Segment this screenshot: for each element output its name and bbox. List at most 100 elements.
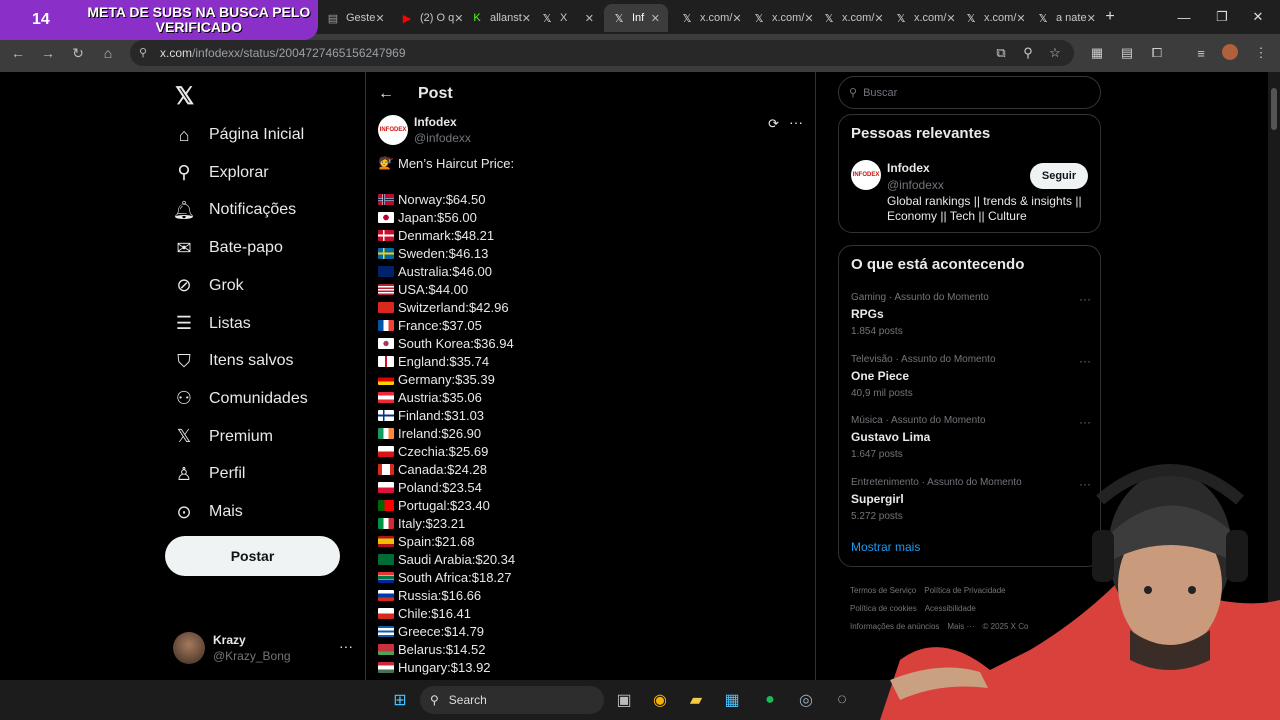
more-circle-icon: ⊙ — [176, 501, 192, 522]
site-info-icon[interactable]: ⚲ — [139, 46, 147, 59]
relevant-people-card: Pessoas relevantes INFODEX Infodex @info… — [838, 114, 1101, 233]
tab[interactable]: ▶ (2) O q ✕ — [392, 4, 464, 32]
nav-item-label: Notificações — [209, 201, 297, 219]
minimize-icon[interactable]: — — [1164, 0, 1204, 34]
post-author[interactable]: INFODEX Infodex @infodexx — [378, 114, 471, 146]
tab[interactable]: 𝕏x.com/✕ — [672, 4, 744, 32]
tab[interactable]: 𝕏x.com/✕ — [744, 4, 816, 32]
country-name: Poland — [398, 479, 439, 495]
country-name: Switzerland — [398, 299, 466, 315]
flag-austria-icon — [378, 391, 394, 403]
window-close-icon[interactable]: ✕ — [1238, 0, 1278, 34]
windows-start-icon[interactable]: ⊞ — [386, 686, 414, 714]
post-text: 💇 Men’s Haircut Price: Norway: $64.50 Jap… — [378, 154, 808, 676]
nav-item-p-gina-inicial[interactable]: ⌂ Página Inicial — [173, 117, 305, 153]
new-tab-icon[interactable]: + — [1090, 0, 1130, 34]
grok-explain-icon[interactable]: ⟳ — [768, 116, 779, 132]
bookmark-star-icon[interactable]: ☆ — [1046, 44, 1064, 62]
tab-close-icon[interactable]: ✕ — [522, 12, 531, 25]
post-button[interactable]: Postar — [165, 536, 340, 576]
tab[interactable]: 𝕏 Inf ✕ — [604, 4, 668, 32]
extensions-puzzle-icon[interactable]: ⧠ — [1148, 44, 1166, 62]
nav-item-grok[interactable]: ⊘ Grok — [173, 268, 243, 304]
nav-item-mais[interactable]: ⊙ Mais — [173, 494, 242, 530]
nav-item-explorar[interactable]: ⚲ Explorar — [173, 155, 268, 191]
task-view-icon[interactable]: ▣ — [610, 686, 638, 714]
nav-item-itens-salvos[interactable]: ⛉ Itens salvos — [173, 343, 293, 379]
avatar[interactable]: INFODEX — [851, 160, 881, 190]
tab[interactable]: 𝕏x.com/✕ — [956, 4, 1028, 32]
relevant-name[interactable]: Infodex — [887, 161, 930, 175]
relevant-handle[interactable]: @infodexx — [887, 178, 944, 192]
tab-close-icon[interactable]: ✕ — [375, 12, 384, 25]
more-icon[interactable]: ··· — [1079, 354, 1091, 368]
card-title: O que está acontecendo — [851, 256, 1025, 273]
maximize-icon[interactable]: ❐ — [1202, 0, 1242, 34]
store-icon[interactable]: ▦ — [718, 686, 746, 714]
author-avatar[interactable]: INFODEX — [378, 115, 408, 145]
browser-profile-avatar[interactable] — [1222, 44, 1238, 60]
chrome-icon[interactable]: ◉ — [646, 686, 674, 714]
tab-label: a nate — [1056, 12, 1087, 24]
tab-close-icon[interactable]: ✕ — [732, 12, 741, 25]
search-icon: ⚲ — [430, 693, 439, 707]
author-handle[interactable]: @infodexx — [414, 131, 471, 145]
tab-close-icon[interactable]: ✕ — [651, 12, 660, 25]
more-icon[interactable]: ··· — [789, 114, 803, 130]
extension-icon[interactable]: ▤ — [1118, 44, 1136, 62]
taskbar-search[interactable]: ⚲ Search — [420, 686, 604, 714]
extension-icon[interactable]: ▦ — [1088, 44, 1106, 62]
app-icon[interactable]: ◌ — [828, 686, 856, 714]
author-name[interactable]: Infodex — [414, 115, 471, 129]
nav-item-listas[interactable]: ☰ Listas — [173, 306, 251, 342]
x-logo-icon[interactable]: 𝕏 — [175, 82, 194, 111]
nav-item-bate-papo[interactable]: ✉ Bate-papo — [173, 230, 282, 266]
x-icon: 𝕏 — [896, 12, 906, 25]
more-icon[interactable]: ··· — [1079, 292, 1091, 306]
tab-close-icon[interactable]: ✕ — [1016, 12, 1025, 25]
account-switcher[interactable]: Krazy @Krazy_Bong ··· — [173, 628, 353, 668]
reload-icon[interactable]: ↻ — [68, 43, 88, 63]
browser-menu-icon[interactable]: ⋮ — [1252, 44, 1270, 62]
tab[interactable]: 𝕏x.com/✕ — [814, 4, 886, 32]
trend-item[interactable]: Gaming · Assunto do Momento RPGs 1.854 pos… — [851, 292, 1091, 352]
forward-icon[interactable]: → — [38, 43, 58, 63]
spotify-icon[interactable]: ● — [756, 686, 784, 714]
x-icon: 𝕏 — [1038, 12, 1048, 25]
tab[interactable]: Kallanst ✕ — [462, 4, 534, 32]
price-row: South Africa: $18.27 — [378, 568, 808, 586]
media-control-icon[interactable]: ≡ — [1192, 44, 1210, 62]
back-arrow-icon[interactable]: ← — [378, 85, 394, 103]
divider — [815, 72, 816, 680]
scrollbar-thumb[interactable] — [1271, 88, 1277, 130]
trend-item[interactable]: Televisão · Assunto do Momento One Piece 4… — [851, 354, 1091, 414]
follow-button[interactable]: Seguir — [1030, 163, 1088, 189]
tab[interactable]: 𝕏 X ✕ — [532, 4, 602, 32]
tab[interactable]: ▤ Geste ✕ — [318, 4, 390, 32]
back-icon[interactable]: ← — [8, 43, 28, 63]
zoom-icon[interactable]: ⚲ — [1019, 44, 1037, 62]
flag-usa-icon — [378, 283, 394, 295]
address-bar[interactable]: ⚲ x.com/infodexx/status/2004727465156247… — [130, 40, 1074, 66]
nav-item-notifica-es[interactable]: 🔔︎ Notificações — [173, 192, 297, 228]
tab-close-icon[interactable]: ✕ — [585, 12, 594, 25]
file-explorer-icon[interactable]: ▰ — [682, 686, 710, 714]
document-icon: ▤ — [327, 12, 339, 25]
search-input[interactable]: ⚲ Buscar — [838, 76, 1101, 109]
tab[interactable]: 𝕏x.com/✕ — [886, 4, 958, 32]
price-value: $37.05 — [442, 317, 482, 333]
nav-item-comunidades[interactable]: ⚇ Comunidades — [173, 381, 308, 417]
home-button-icon[interactable]: ⌂ — [98, 43, 118, 63]
grok-icon: ⊘ — [176, 275, 192, 296]
install-app-icon[interactable]: ⧉ — [992, 44, 1010, 62]
steam-icon[interactable]: ◎ — [792, 686, 820, 714]
nav-item-label: Perfil — [209, 465, 246, 483]
nav-item-premium[interactable]: 𝕏 Premium — [173, 419, 273, 455]
nav-item-perfil[interactable]: ♙ Perfil — [173, 456, 246, 492]
tab-close-icon[interactable]: ✕ — [874, 12, 883, 25]
screen: 14 META DE SUBS NA BUSCA PELO VERIFICADO… — [0, 0, 1280, 720]
tab-close-icon[interactable]: ✕ — [946, 12, 955, 25]
tab-close-icon[interactable]: ✕ — [804, 12, 813, 25]
more-icon[interactable]: ··· — [339, 638, 353, 654]
country-name: Chile — [398, 605, 428, 621]
